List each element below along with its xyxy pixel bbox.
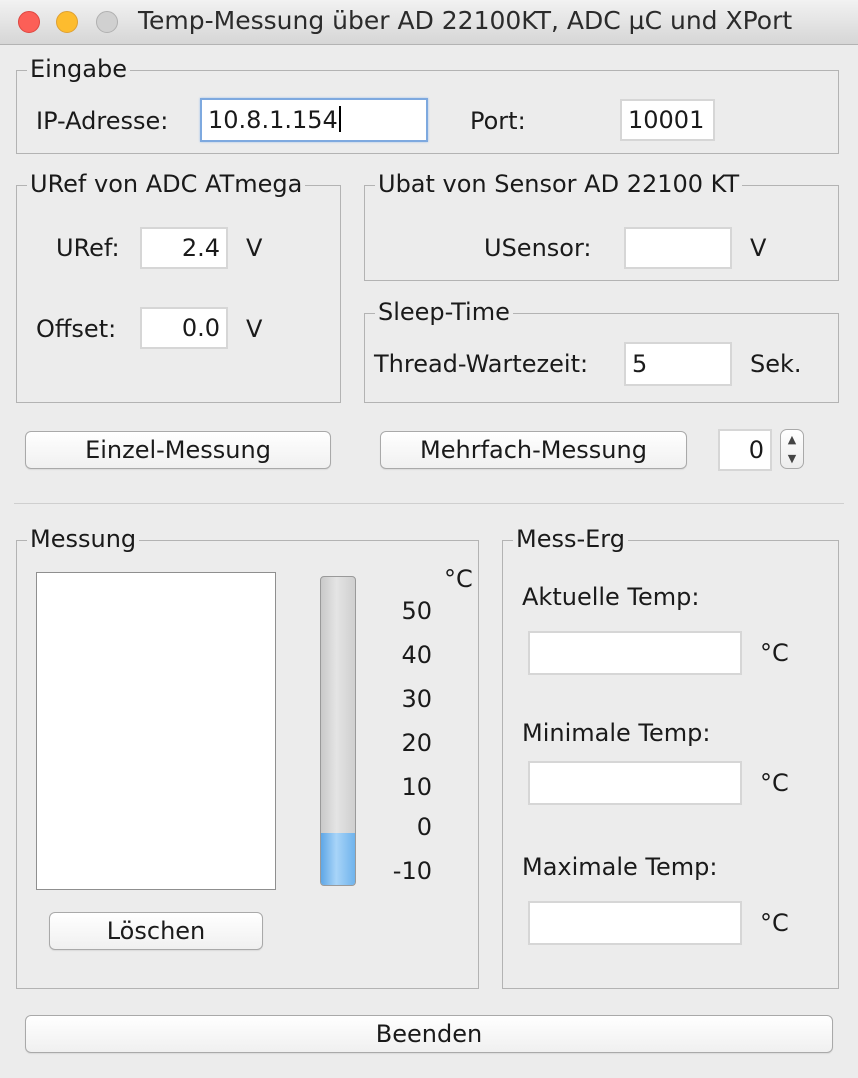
minimale-temp-unit: °C [760,769,789,797]
offset-label: Offset: [36,315,117,343]
thermometer-tick: 30 [401,685,432,713]
separator [14,503,844,504]
sleep-time-legend: Sleep-Time [375,297,513,327]
usensor-unit: V [750,234,767,262]
thermometer-tick: 50 [401,597,432,625]
aktuelle-temp-label: Aktuelle Temp: [522,583,700,611]
uref-input[interactable]: 2.4 [140,227,228,269]
usensor-input[interactable] [624,227,732,269]
thread-wartezeit-label: Thread-Wartezeit: [374,350,589,378]
sleep-unit: Sek. [750,350,802,378]
count-spinner[interactable]: ▲ ▼ [780,429,804,469]
port-input[interactable]: 10001 [620,99,715,141]
usensor-label: USensor: [484,234,592,262]
messung-legend: Messung [27,524,140,554]
thermometer-tick: -10 [392,857,432,885]
thermometer-unit: °C [444,565,473,593]
uref-legend: URef von ADC ATmega [27,169,306,199]
aktuelle-temp-input[interactable] [528,631,742,675]
count-input[interactable]: 0 [718,429,772,471]
thermometer-tick: 10 [401,773,432,801]
offset-input[interactable]: 0.0 [140,307,228,349]
maximale-temp-input[interactable] [528,901,742,945]
thermometer-tick: 20 [401,729,432,757]
thermometer-level [321,832,355,885]
mess-erg-legend: Mess-Erg [513,524,628,554]
loeschen-button[interactable]: Löschen [49,912,263,950]
thread-wartezeit-input[interactable]: 5 [624,342,732,386]
minimale-temp-input[interactable] [528,761,742,805]
thermometer-tick: 0 [416,813,432,841]
zoom-window-button[interactable] [96,11,118,33]
offset-unit: V [246,315,263,343]
minimale-temp-label: Minimale Temp: [522,719,711,747]
uref-label: URef: [56,234,120,262]
eingabe-legend: Eingabe [27,54,130,84]
aktuelle-temp-unit: °C [760,639,789,667]
uref-group: URef von ADC ATmega [16,169,341,403]
mehrfach-messung-button[interactable]: Mehrfach-Messung [380,431,687,469]
einzel-messung-button[interactable]: Einzel-Messung [25,431,331,469]
close-window-button[interactable] [18,11,40,33]
thermometer-tick: 40 [401,641,432,669]
uref-unit: V [246,234,263,262]
ip-address-value: 10.8.1.154 [208,106,338,134]
window-title: Temp-Messung über AD 22100KT, ADC µC und… [138,6,793,35]
port-label: Port: [470,107,526,135]
maximale-temp-label: Maximale Temp: [522,853,718,881]
title-bar[interactable]: Temp-Messung über AD 22100KT, ADC µC und… [0,0,858,45]
messung-list[interactable] [36,572,276,890]
text-cursor [338,106,341,132]
ubat-legend: Ubat von Sensor AD 22100 KT [375,169,743,199]
arrow-down-icon[interactable]: ▼ [781,449,803,468]
thermometer-bar [320,576,356,886]
maximale-temp-unit: °C [760,909,789,937]
beenden-button[interactable]: Beenden [25,1015,833,1053]
arrow-up-icon[interactable]: ▲ [781,430,803,449]
ip-address-input[interactable]: 10.8.1.154 [200,98,428,142]
minimize-window-button[interactable] [56,11,78,33]
ubat-group: Ubat von Sensor AD 22100 KT [364,169,839,281]
ip-address-label: IP-Adresse: [36,107,169,135]
